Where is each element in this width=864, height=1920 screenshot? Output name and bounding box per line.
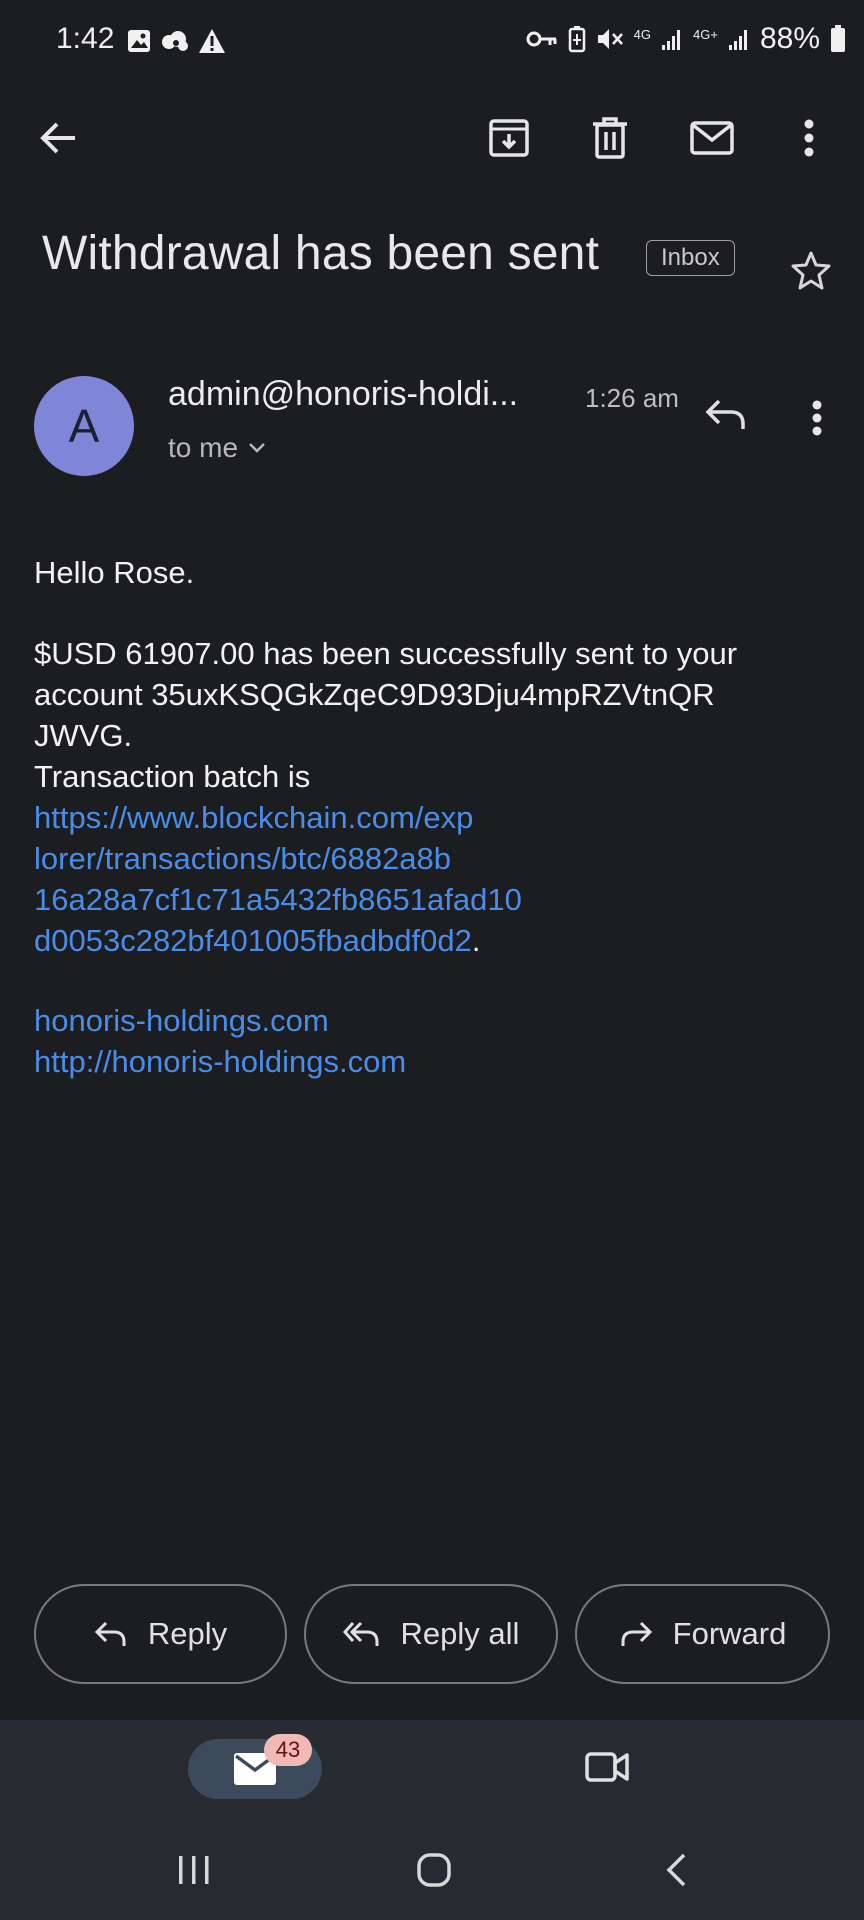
status-time: 1:42 xyxy=(56,22,115,55)
home-button[interactable] xyxy=(416,1852,452,1888)
body-batch-line: Transaction batch is xyxy=(34,759,311,794)
message-more-button[interactable] xyxy=(812,400,822,436)
site-url-link[interactable]: http://honoris-holdings.com xyxy=(34,1041,834,1082)
trash-icon xyxy=(593,117,627,159)
reply-icon xyxy=(705,399,745,429)
mark-unread-icon xyxy=(690,121,734,155)
network-type-2: 4G+ xyxy=(693,26,718,42)
reply-all-icon xyxy=(342,1621,379,1646)
video-icon xyxy=(585,1752,629,1782)
reply-all-label: Reply all xyxy=(400,1616,520,1651)
archive-button[interactable] xyxy=(479,108,539,168)
signal-icon xyxy=(728,30,747,50)
battery-saver-icon xyxy=(568,26,585,53)
nav-meet-tab[interactable] xyxy=(585,1750,629,1784)
recipient-details-toggle[interactable]: to me xyxy=(168,432,266,464)
forward-button[interactable]: Forward xyxy=(575,1584,830,1684)
system-back-button[interactable] xyxy=(664,1852,688,1888)
body-greeting: Hello Rose. xyxy=(34,555,195,590)
email-time: 1:26 am xyxy=(585,383,679,413)
site-link[interactable]: honoris-holdings.com xyxy=(34,1000,834,1041)
status-notification-icons xyxy=(126,28,226,54)
transaction-link-line[interactable]: 16a28a7cf1c71a5432fb8651afad10 xyxy=(34,879,834,920)
reply-quick-button[interactable] xyxy=(705,397,747,431)
forward-icon xyxy=(621,1621,652,1646)
body-account-line: account 35uxKSQGkZqeC9D93Dju4mpRZVtnQR xyxy=(34,677,715,712)
body-paragraph: $USD 61907.00 has been successfully sent… xyxy=(34,633,834,961)
mute-icon xyxy=(597,29,623,49)
sender-address[interactable]: admin@honoris-holdi... xyxy=(168,375,518,414)
transaction-link-line[interactable]: d0053c282bf401005fbadbdf0d2 xyxy=(34,923,472,958)
more-options-button[interactable] xyxy=(779,108,839,168)
battery-icon xyxy=(831,25,845,52)
inbox-label-chip[interactable]: Inbox xyxy=(646,240,735,276)
delete-button[interactable] xyxy=(580,108,640,168)
home-icon xyxy=(417,1853,451,1887)
recipient-label: to me xyxy=(168,432,239,463)
system-back-icon xyxy=(666,1853,686,1887)
more-vert-icon xyxy=(804,119,814,157)
body-amount-line: $USD 61907.00 has been successfully sent… xyxy=(34,636,738,671)
reply-button[interactable]: Reply xyxy=(34,1584,287,1684)
reply-icon xyxy=(94,1621,126,1646)
forward-label: Forward xyxy=(672,1616,787,1651)
body-account-line-2: JWVG. xyxy=(34,718,133,753)
back-button[interactable] xyxy=(28,108,88,168)
reply-all-button[interactable]: Reply all xyxy=(304,1584,558,1684)
transaction-link-line[interactable]: https://www.blockchain.com/exp xyxy=(34,797,834,838)
footer-links: honoris-holdings.com http://honoris-hold… xyxy=(34,1000,834,1082)
chevron-down-icon xyxy=(249,443,265,453)
transaction-link-line[interactable]: lorer/transactions/btc/6882a8b xyxy=(34,838,834,879)
star-button[interactable] xyxy=(790,250,832,290)
mark-unread-button[interactable] xyxy=(682,108,742,168)
email-subject: Withdrawal has been sent xyxy=(42,227,600,280)
recents-icon xyxy=(179,1856,209,1884)
signal-icon xyxy=(662,30,681,50)
cloud-sync-icon xyxy=(162,31,188,51)
back-arrow-icon xyxy=(40,122,75,154)
star-icon xyxy=(791,251,831,290)
battery-percent: 88% xyxy=(759,22,820,55)
more-vert-icon xyxy=(812,400,822,436)
network-type-1: 4G xyxy=(633,26,652,42)
recents-button[interactable] xyxy=(176,1854,212,1886)
gallery-icon xyxy=(128,30,150,52)
bottom-navigation-bar xyxy=(0,1720,864,1920)
link-period: . xyxy=(471,923,481,958)
mail-unread-badge: 43 xyxy=(264,1734,312,1766)
vpn-key-icon xyxy=(526,31,557,47)
reply-label: Reply xyxy=(147,1616,228,1651)
status-right-icons: 4G 4G+ 88% xyxy=(526,22,846,56)
warning-icon xyxy=(199,29,225,53)
archive-icon xyxy=(489,119,529,157)
sender-avatar[interactable]: A xyxy=(34,376,134,476)
